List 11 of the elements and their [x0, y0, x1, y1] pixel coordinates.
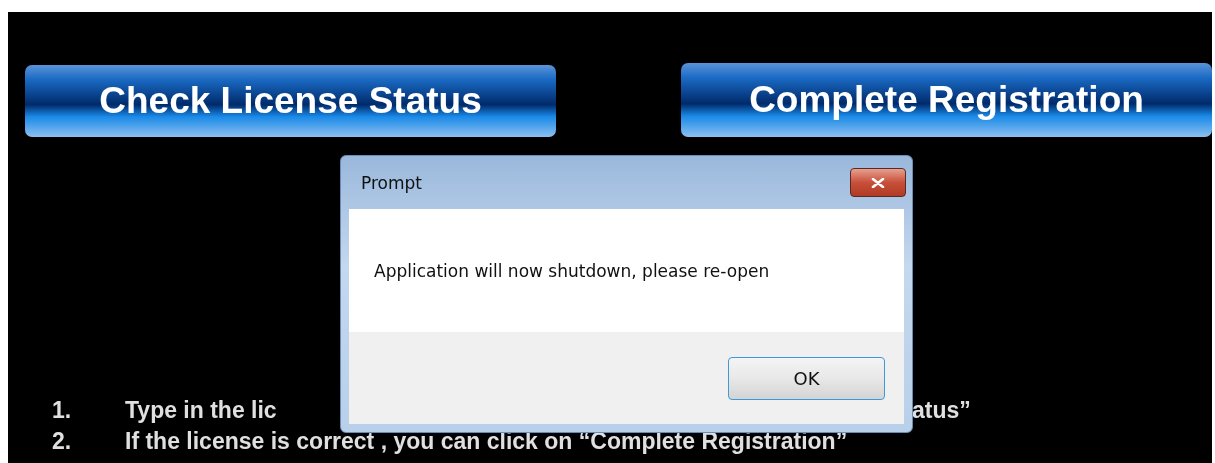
list-number: 1.: [52, 397, 73, 423]
close-icon: [871, 177, 885, 188]
ok-button[interactable]: OK: [728, 357, 885, 400]
close-button[interactable]: [850, 168, 906, 197]
instruction-text: Type in the lic: [125, 397, 278, 423]
message-text: Application will now shutdown, please re-open: [374, 260, 770, 281]
list-number: 2.: [52, 428, 73, 454]
instruction-text: atus”: [912, 397, 971, 423]
glossy-button[interactable]: Check License Status: [25, 65, 556, 137]
window-title: Prompt: [360, 172, 422, 193]
glossy-button[interactable]: Complete Registration: [681, 63, 1212, 137]
